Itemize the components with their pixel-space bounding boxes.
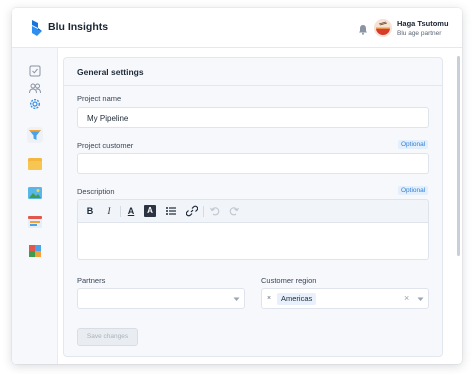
save-changes-button[interactable]: Save changes [77, 328, 138, 346]
gear-icon[interactable] [28, 97, 42, 111]
avatar[interactable] [374, 19, 392, 37]
chevron-down-icon [417, 297, 424, 301]
scrollbar-thumb[interactable] [457, 56, 460, 256]
region-chip-americas: Americas [277, 293, 317, 305]
partners-select[interactable] [77, 288, 245, 309]
blu-insights-logo-icon[interactable] [30, 19, 44, 37]
toolbar-divider [203, 206, 204, 217]
bell-icon[interactable] [358, 24, 368, 35]
project-name-input[interactable]: My Pipeline [77, 107, 429, 128]
project-name-label: Project name [77, 94, 122, 103]
user-name[interactable]: Haga Tsutomu [397, 19, 449, 28]
description-label: Description [77, 187, 115, 196]
project-customer-optional-badge: Optional [398, 140, 429, 149]
user-role: Blu age partner [397, 30, 442, 37]
project-customer-input[interactable] [77, 153, 429, 174]
customer-region-label: Customer region [261, 276, 317, 285]
image-icon[interactable] [27, 185, 43, 201]
clear-selection-icon[interactable]: × [404, 293, 409, 303]
folder-icon[interactable] [27, 156, 43, 172]
description-toolbar: B I A A [77, 199, 429, 223]
project-name-value: My Pipeline [87, 114, 129, 123]
top-bar: Blu Insights Haga Tsutomu Blu age partne… [12, 8, 462, 48]
description-editor[interactable] [77, 222, 429, 260]
chevron-down-icon [233, 297, 240, 301]
redo-icon[interactable] [228, 205, 240, 217]
checklist-icon[interactable] [28, 64, 42, 78]
sidebar [12, 48, 58, 364]
partners-label: Partners [77, 276, 106, 285]
toolbar-divider [120, 206, 121, 217]
brand-name: Blu Insights [48, 21, 109, 33]
bullet-list-icon[interactable] [165, 205, 177, 217]
bold-button[interactable]: B [84, 205, 96, 217]
undo-icon[interactable] [209, 205, 221, 217]
project-customer-label: Project customer [77, 141, 134, 150]
description-optional-badge: Optional [398, 186, 429, 195]
italic-button[interactable]: I [103, 205, 115, 217]
browser-icon[interactable] [27, 214, 43, 230]
card-title: General settings [77, 67, 144, 77]
remove-chip-icon[interactable]: × [267, 293, 271, 305]
text-color-button[interactable]: A [125, 205, 137, 217]
ramen-bowl-icon [374, 19, 392, 37]
link-icon[interactable] [186, 205, 198, 217]
users-icon[interactable] [28, 81, 42, 95]
card-header: General settings [64, 58, 442, 86]
highlight-button[interactable]: A [144, 205, 156, 217]
puzzle-icon[interactable] [27, 243, 43, 259]
filter-icon[interactable] [27, 127, 43, 143]
